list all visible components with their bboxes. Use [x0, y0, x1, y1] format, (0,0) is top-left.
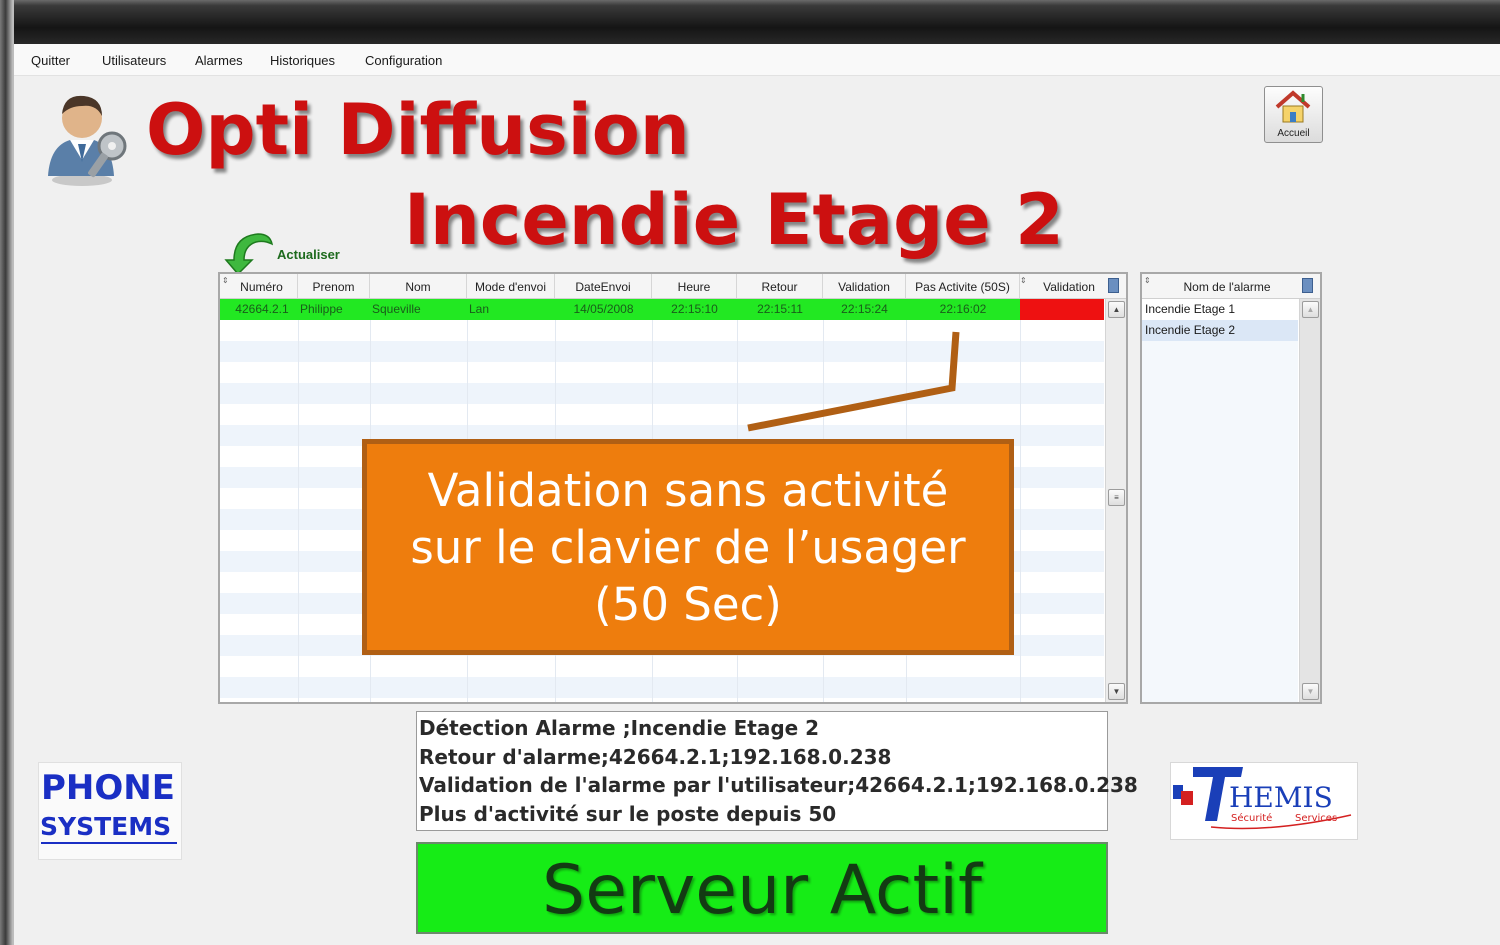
grid-header: ⇕ Numéro Prenom Nom Mode d'envoi DateEnv… — [220, 274, 1126, 299]
home-icon — [1275, 90, 1311, 123]
menu-alarmes[interactable]: Alarmes — [195, 53, 243, 68]
cell-nom: Squeville — [372, 302, 421, 316]
column-header-numero[interactable]: Numéro — [226, 274, 298, 298]
column-header-prenom[interactable]: Prenom — [298, 274, 370, 298]
app-window: Quitter Utilisateurs Alarmes Historiques… — [14, 44, 1500, 945]
callout-line: Validation sans activité — [427, 463, 949, 517]
column-header-validation-2[interactable]: Validation — [1032, 274, 1106, 298]
scroll-up-arrow-icon[interactable]: ▲ — [1302, 301, 1319, 318]
themis-logo: HEMIS Sécurité Services — [1170, 762, 1358, 840]
themis-logo-tagline: Sécurité — [1231, 812, 1272, 824]
server-status-label: Serveur Actif — [542, 851, 982, 930]
grid-vertical-scrollbar[interactable]: ▲ ≡ ▼ — [1105, 299, 1126, 702]
alarm-name-list: ⇕ Nom de l'alarme Incendie Etage 1 Incen… — [1140, 272, 1322, 704]
cell-pas-activite: 22:16:02 — [939, 302, 987, 316]
refresh-arrow-icon — [224, 233, 274, 276]
menu-utilisateurs[interactable]: Utilisateurs — [102, 53, 166, 68]
server-status-banner: Serveur Actif — [416, 842, 1108, 934]
cell-validation-alert — [1020, 299, 1104, 320]
alarm-list-scrollbar[interactable]: ▲ ▼ — [1299, 299, 1320, 702]
menu-historiques[interactable]: Historiques — [270, 53, 335, 68]
window-title-bar — [0, 0, 1500, 46]
alarm-list-header: ⇕ Nom de l'alarme — [1142, 274, 1320, 299]
themis-logo-name: HEMIS — [1229, 781, 1333, 814]
scroll-down-arrow-icon[interactable]: ▼ — [1302, 683, 1319, 700]
menu-bar: Quitter Utilisateurs Alarmes Historiques… — [14, 44, 1500, 76]
column-header-mode-envoi[interactable]: Mode d'envoi — [467, 274, 555, 298]
user-key-logo-icon — [48, 95, 127, 186]
callout-line: sur le clavier de l’usager — [410, 520, 966, 574]
log-line: Plus d'activité sur le poste depuis 50 — [419, 801, 837, 826]
menu-quitter[interactable]: Quitter — [31, 53, 70, 68]
grid-column-line — [298, 299, 299, 702]
callout-pointer-line — [747, 331, 960, 432]
column-header-validation[interactable]: Validation — [823, 274, 906, 298]
log-line: Retour d'alarme;42664.2.1;192.168.0.238 — [419, 744, 892, 769]
column-header-nom[interactable]: Nom — [370, 274, 467, 298]
window-left-edge — [0, 0, 14, 945]
alarm-title: Incendie Etage 2 — [404, 179, 1064, 261]
sort-icon: ⇕ — [1020, 276, 1027, 285]
scroll-up-arrow-icon[interactable]: ▲ — [1108, 301, 1125, 318]
cell-heure: 22:15:10 — [671, 302, 718, 316]
home-button[interactable]: Accueil — [1264, 86, 1323, 143]
column-header-date-envoi[interactable]: DateEnvoi — [555, 274, 652, 298]
column-chooser-icon[interactable] — [1108, 278, 1119, 293]
scroll-down-arrow-icon[interactable]: ▼ — [1108, 683, 1125, 700]
callout-line: (50 Sec) — [594, 577, 782, 631]
grid-column-line — [1020, 299, 1021, 702]
scroll-thumb[interactable]: ≡ — [1108, 489, 1125, 506]
grid-stripe — [220, 677, 1104, 698]
phone-systems-logo: PHONE SYSTEMS — [38, 762, 182, 860]
cell-numero: 42664.2.1 — [235, 302, 289, 316]
sort-icon: ⇕ — [1144, 276, 1151, 285]
systems-logo-word: SYSTEMS — [40, 812, 171, 841]
cell-retour: 22:15:11 — [757, 302, 803, 316]
refresh-button[interactable]: Actualiser — [224, 230, 354, 276]
log-line: Validation de l'alarme par l'utilisateur… — [419, 773, 1138, 797]
app-title: Opti Diffusion — [146, 89, 690, 171]
grid-stripe — [220, 656, 1104, 677]
column-chooser-icon[interactable] — [1302, 278, 1313, 293]
column-header-pas-activite[interactable]: Pas Activite (50S) — [906, 274, 1020, 298]
table-row[interactable]: 42664.2.1 Philippe Squeville Lan 14/05/2… — [220, 299, 1104, 320]
cell-prenom: Philippe — [300, 302, 343, 316]
menu-configuration[interactable]: Configuration — [365, 53, 442, 68]
alarm-list-empty — [1142, 341, 1298, 702]
column-header-nom-alarme[interactable]: Nom de l'alarme — [1152, 274, 1302, 298]
event-log: Détection Alarme ;Incendie Etage 2 Retou… — [416, 711, 1138, 831]
alarm-list-item-selected[interactable]: Incendie Etage 2 — [1142, 320, 1298, 341]
log-line: Détection Alarme ;Incendie Etage 2 — [419, 716, 820, 740]
cell-validation: 22:15:24 — [841, 302, 888, 316]
column-header-heure[interactable]: Heure — [652, 274, 737, 298]
refresh-label: Actualiser — [277, 247, 340, 262]
column-header-retour[interactable]: Retour — [737, 274, 823, 298]
phone-logo-word: PHONE — [41, 768, 175, 808]
cell-mode-envoi: Lan — [469, 302, 490, 316]
alarm-list-item[interactable]: Incendie Etage 1 — [1142, 299, 1298, 320]
annotation-callout: Validation sans activité sur le clavier … — [362, 439, 1014, 655]
cell-date-envoi: 14/05/2008 — [573, 302, 634, 316]
home-label: Accueil — [1277, 128, 1310, 139]
